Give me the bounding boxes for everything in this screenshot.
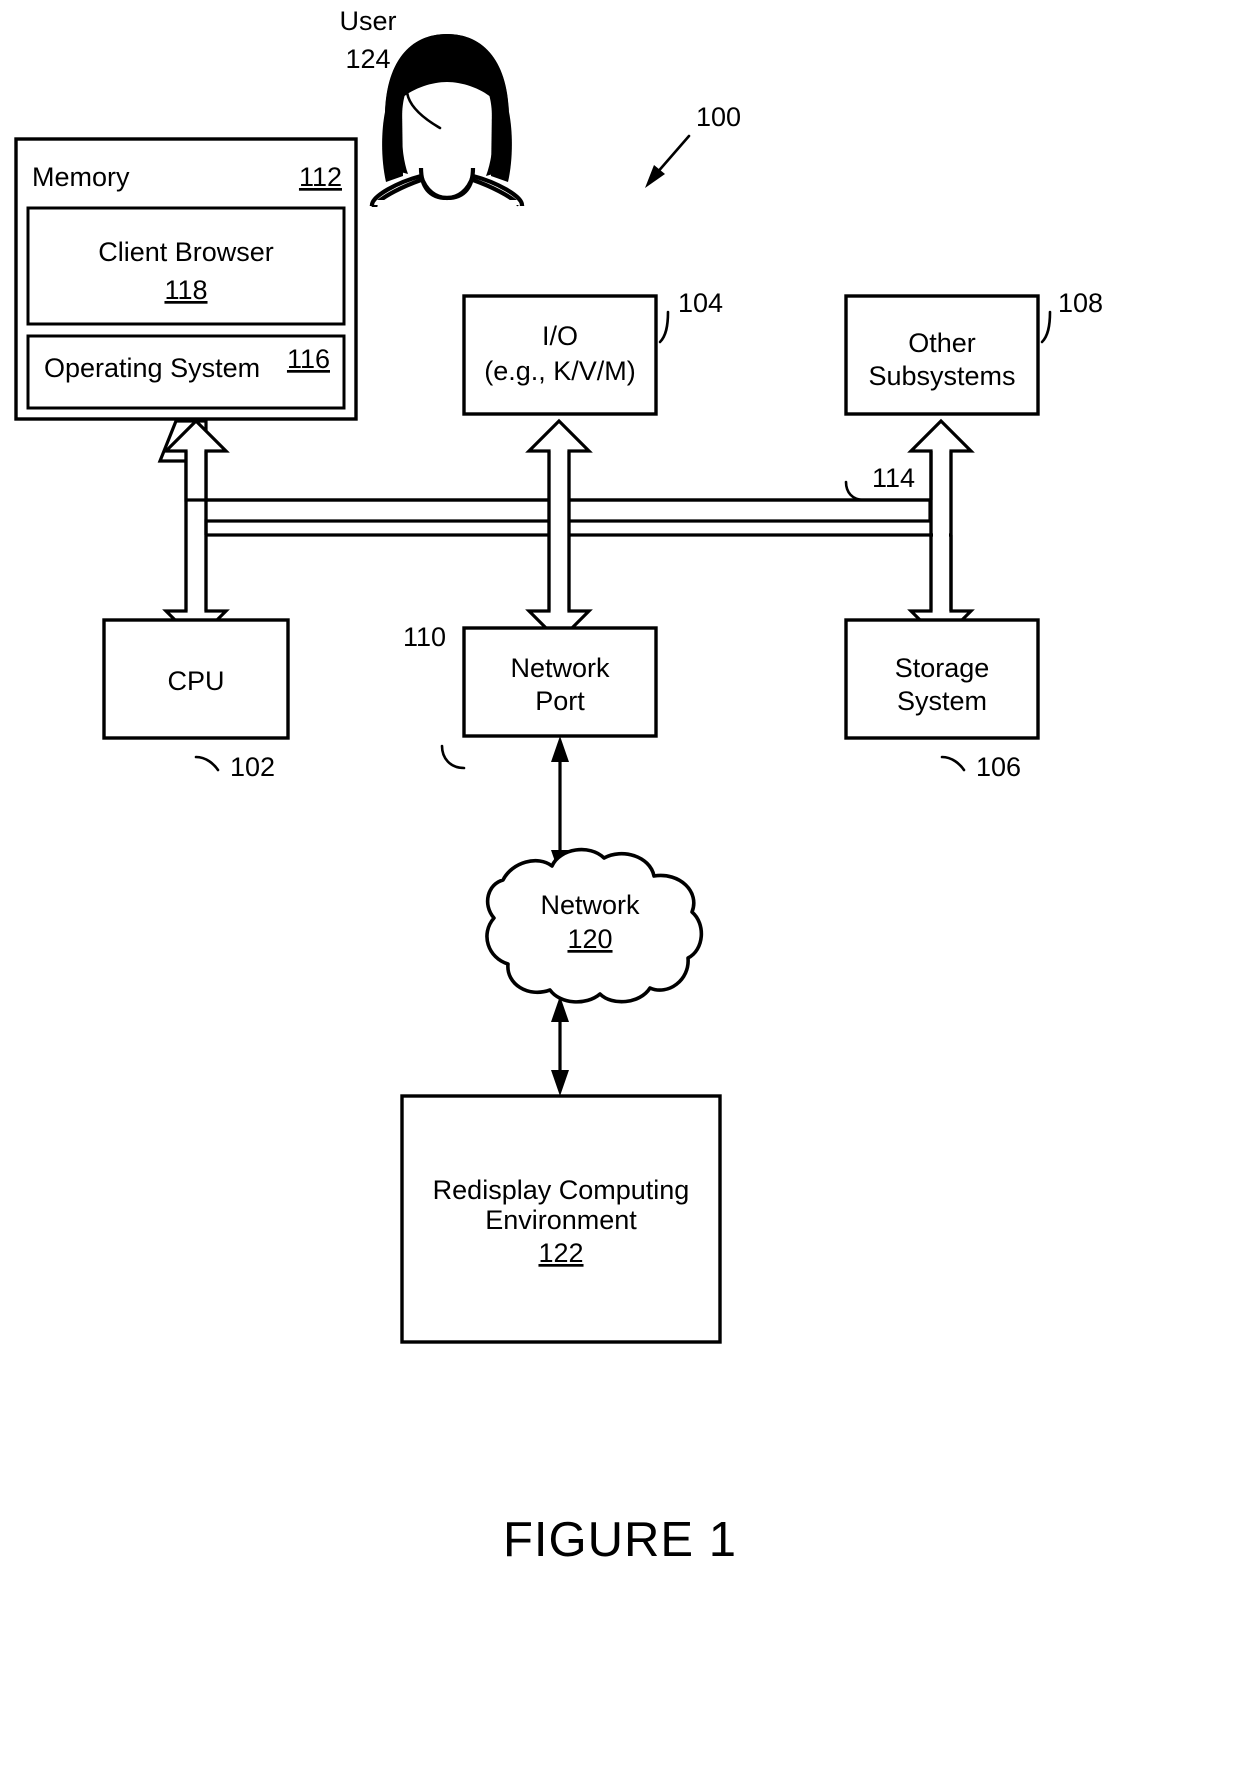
client-browser-label: Client Browser xyxy=(98,237,274,267)
network-port-label-line2: Port xyxy=(535,686,585,716)
redisplay-label-line2: Environment xyxy=(485,1205,637,1235)
cloud-redisplay-arrow xyxy=(551,996,569,1096)
network-port-ref: 110 xyxy=(403,622,446,652)
storage-system-ref: 106 xyxy=(976,752,1021,782)
cpu-label: CPU xyxy=(167,666,224,696)
bus-ref: 114 xyxy=(872,463,915,493)
user-label: User xyxy=(339,6,396,36)
client-browser-ref: 118 xyxy=(164,275,207,305)
system-ref-arrow xyxy=(645,134,691,188)
memory-ref: 112 xyxy=(299,162,342,192)
system-ref-label: 100 xyxy=(696,102,741,132)
redisplay-label-line1: Redisplay Computing xyxy=(433,1175,690,1205)
figure-1-diagram: Memory 112 Client Browser 118 Operating … xyxy=(14,6,1103,1567)
memory-cpu-bus-arrow xyxy=(157,419,932,644)
operating-system-ref: 116 xyxy=(287,344,330,374)
storage-system-label-line1: Storage xyxy=(895,653,990,683)
storage-system-label-line2: System xyxy=(897,686,987,716)
network-port-label-line1: Network xyxy=(510,653,610,683)
io-label-line1: I/O xyxy=(542,321,578,351)
network-cloud-block: Network 120 xyxy=(485,847,704,1004)
other-subsystems-ref: 108 xyxy=(1058,288,1103,318)
user-avatar-icon xyxy=(371,34,522,207)
operating-system-label: Operating System xyxy=(44,353,260,383)
io-label-line2: (e.g., K/V/M) xyxy=(484,356,636,386)
cpu-ref: 102 xyxy=(230,752,275,782)
redisplay-ref: 122 xyxy=(538,1238,583,1268)
memory-label: Memory xyxy=(32,162,130,192)
other-subsystems-label-line1: Other xyxy=(908,328,976,358)
user-ref: 124 xyxy=(345,44,390,74)
io-block xyxy=(462,294,658,416)
patent-figure-page: Memory 112 Client Browser 118 Operating … xyxy=(0,0,1240,1766)
figure-caption: FIGURE 1 xyxy=(503,1513,737,1567)
other-subsystems-label-line2: Subsystems xyxy=(868,361,1015,391)
io-ref: 104 xyxy=(678,288,723,318)
network-cloud-ref: 120 xyxy=(567,924,612,954)
network-cloud-label: Network xyxy=(540,890,640,920)
